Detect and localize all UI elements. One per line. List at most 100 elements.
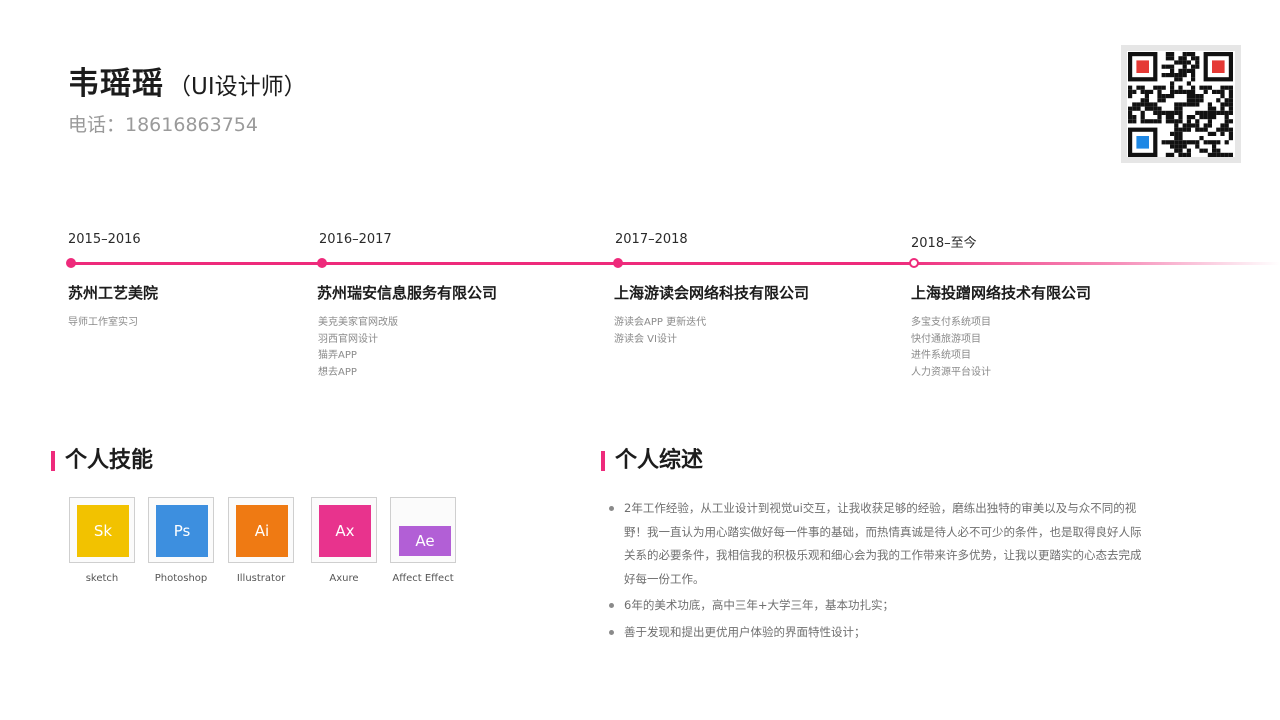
section-accent-bar	[601, 451, 605, 471]
qr-module	[1191, 98, 1196, 103]
qr-module	[1199, 98, 1204, 103]
qr-module	[1170, 64, 1175, 69]
qr-module	[1216, 148, 1221, 153]
qr-module	[1186, 89, 1191, 94]
qr-module	[1216, 98, 1221, 103]
qr-module	[1224, 119, 1229, 124]
qr-module	[1178, 115, 1183, 120]
qr-module	[1191, 52, 1196, 57]
qr-module	[1224, 98, 1229, 103]
qr-module	[1178, 56, 1183, 61]
qr-module	[1191, 115, 1196, 120]
qr-module	[1140, 115, 1145, 120]
qr-module	[1128, 89, 1133, 94]
qr-module	[1191, 89, 1196, 94]
qr-module	[1195, 98, 1200, 103]
qr-module	[1220, 102, 1225, 107]
skill-sketch: Sk sketch	[69, 497, 135, 584]
qr-code-graphic	[1127, 51, 1235, 157]
qr-module	[1132, 106, 1137, 111]
qr-module	[1165, 140, 1170, 145]
timeline-details: 游读会APP 更新迭代 游读会 VI设计	[614, 315, 706, 348]
qr-module	[1165, 94, 1170, 99]
qr-module	[1199, 94, 1204, 99]
qr-module	[1174, 73, 1179, 78]
qr-module	[1186, 52, 1191, 57]
qr-module	[1203, 123, 1208, 128]
qr-module	[1140, 98, 1145, 103]
qr-module	[1228, 152, 1233, 157]
qr-module	[1128, 119, 1133, 124]
qr-module	[1170, 73, 1175, 78]
qr-module	[1199, 110, 1204, 115]
qr-module	[1224, 123, 1229, 128]
qr-module	[1178, 131, 1183, 136]
qr-module	[1186, 60, 1191, 65]
timeline-detail: 游读会APP 更新迭代	[614, 317, 707, 328]
qr-module	[1178, 68, 1183, 73]
skill-card: Ax	[311, 497, 377, 563]
skill-card: Ps	[148, 497, 214, 563]
qr-module	[1144, 102, 1149, 107]
timeline-detail: 多宝支付系统项目	[911, 317, 991, 328]
summary-point: 善于发现和提出更优用户体验的界面特性设计；	[607, 621, 1147, 645]
qr-module	[1149, 89, 1154, 94]
qr-module	[1207, 115, 1212, 120]
qr-module	[1191, 64, 1196, 69]
qr-module	[1216, 140, 1221, 145]
qr-module	[1132, 89, 1137, 94]
qr-module	[1203, 110, 1208, 115]
skill-label: Affect Effect	[392, 573, 454, 584]
timeline-detail: 快付通旅游项目	[911, 333, 981, 345]
qr-module	[1170, 52, 1175, 57]
role-text: （UI设计师）	[168, 74, 307, 100]
skill-label: Axure	[329, 573, 359, 584]
qr-module	[1174, 119, 1179, 124]
qr-module	[1178, 77, 1183, 82]
qr-module	[1170, 56, 1175, 61]
qr-module	[1157, 115, 1162, 120]
qr-module	[1182, 123, 1187, 128]
timeline-line	[71, 262, 1280, 265]
qr-module	[1224, 85, 1229, 90]
qr-module	[1132, 119, 1137, 124]
skill-after-effects: Ae Affect Effect	[390, 497, 456, 584]
qr-module	[1153, 119, 1158, 124]
qr-module	[1182, 152, 1187, 157]
qr-module	[1199, 127, 1204, 132]
qr-module	[1174, 102, 1179, 107]
qr-module	[1212, 115, 1217, 120]
qr-module	[1165, 52, 1170, 57]
qr-module	[1128, 110, 1133, 115]
qr-module	[1178, 85, 1183, 90]
qr-module	[1144, 119, 1149, 124]
summary-point: 6年的美术功底，高中三年+大学三年，基本功扎实；	[607, 594, 1147, 618]
qr-module	[1212, 148, 1217, 153]
skill-axure: Ax Axure	[311, 497, 377, 584]
qr-module	[1174, 123, 1179, 128]
skill-label: sketch	[85, 573, 119, 584]
qr-module	[1182, 102, 1187, 107]
timeline-detail: 游读会 VI设计	[614, 333, 677, 345]
qr-module	[1153, 85, 1158, 90]
qr-module	[1157, 110, 1162, 115]
qr-module	[1195, 64, 1200, 69]
qr-module	[1136, 106, 1141, 111]
qr-module	[1153, 110, 1158, 115]
qr-module	[1178, 73, 1183, 78]
qr-module	[1174, 136, 1179, 141]
qr-module	[1161, 73, 1166, 78]
qr-module	[1191, 77, 1196, 82]
qr-module	[1182, 64, 1187, 69]
qr-module	[1186, 148, 1191, 153]
qr-module	[1207, 102, 1212, 107]
qr-module	[1228, 110, 1233, 115]
timeline-detail: 美克美家官网改版	[318, 317, 398, 328]
qr-module	[1186, 140, 1191, 145]
qr-module	[1161, 140, 1166, 145]
qr-module	[1140, 102, 1145, 107]
qr-module	[1174, 77, 1179, 82]
timeline-node	[66, 258, 76, 268]
qr-module	[1203, 148, 1208, 153]
photoshop-icon: Ps	[156, 505, 208, 557]
